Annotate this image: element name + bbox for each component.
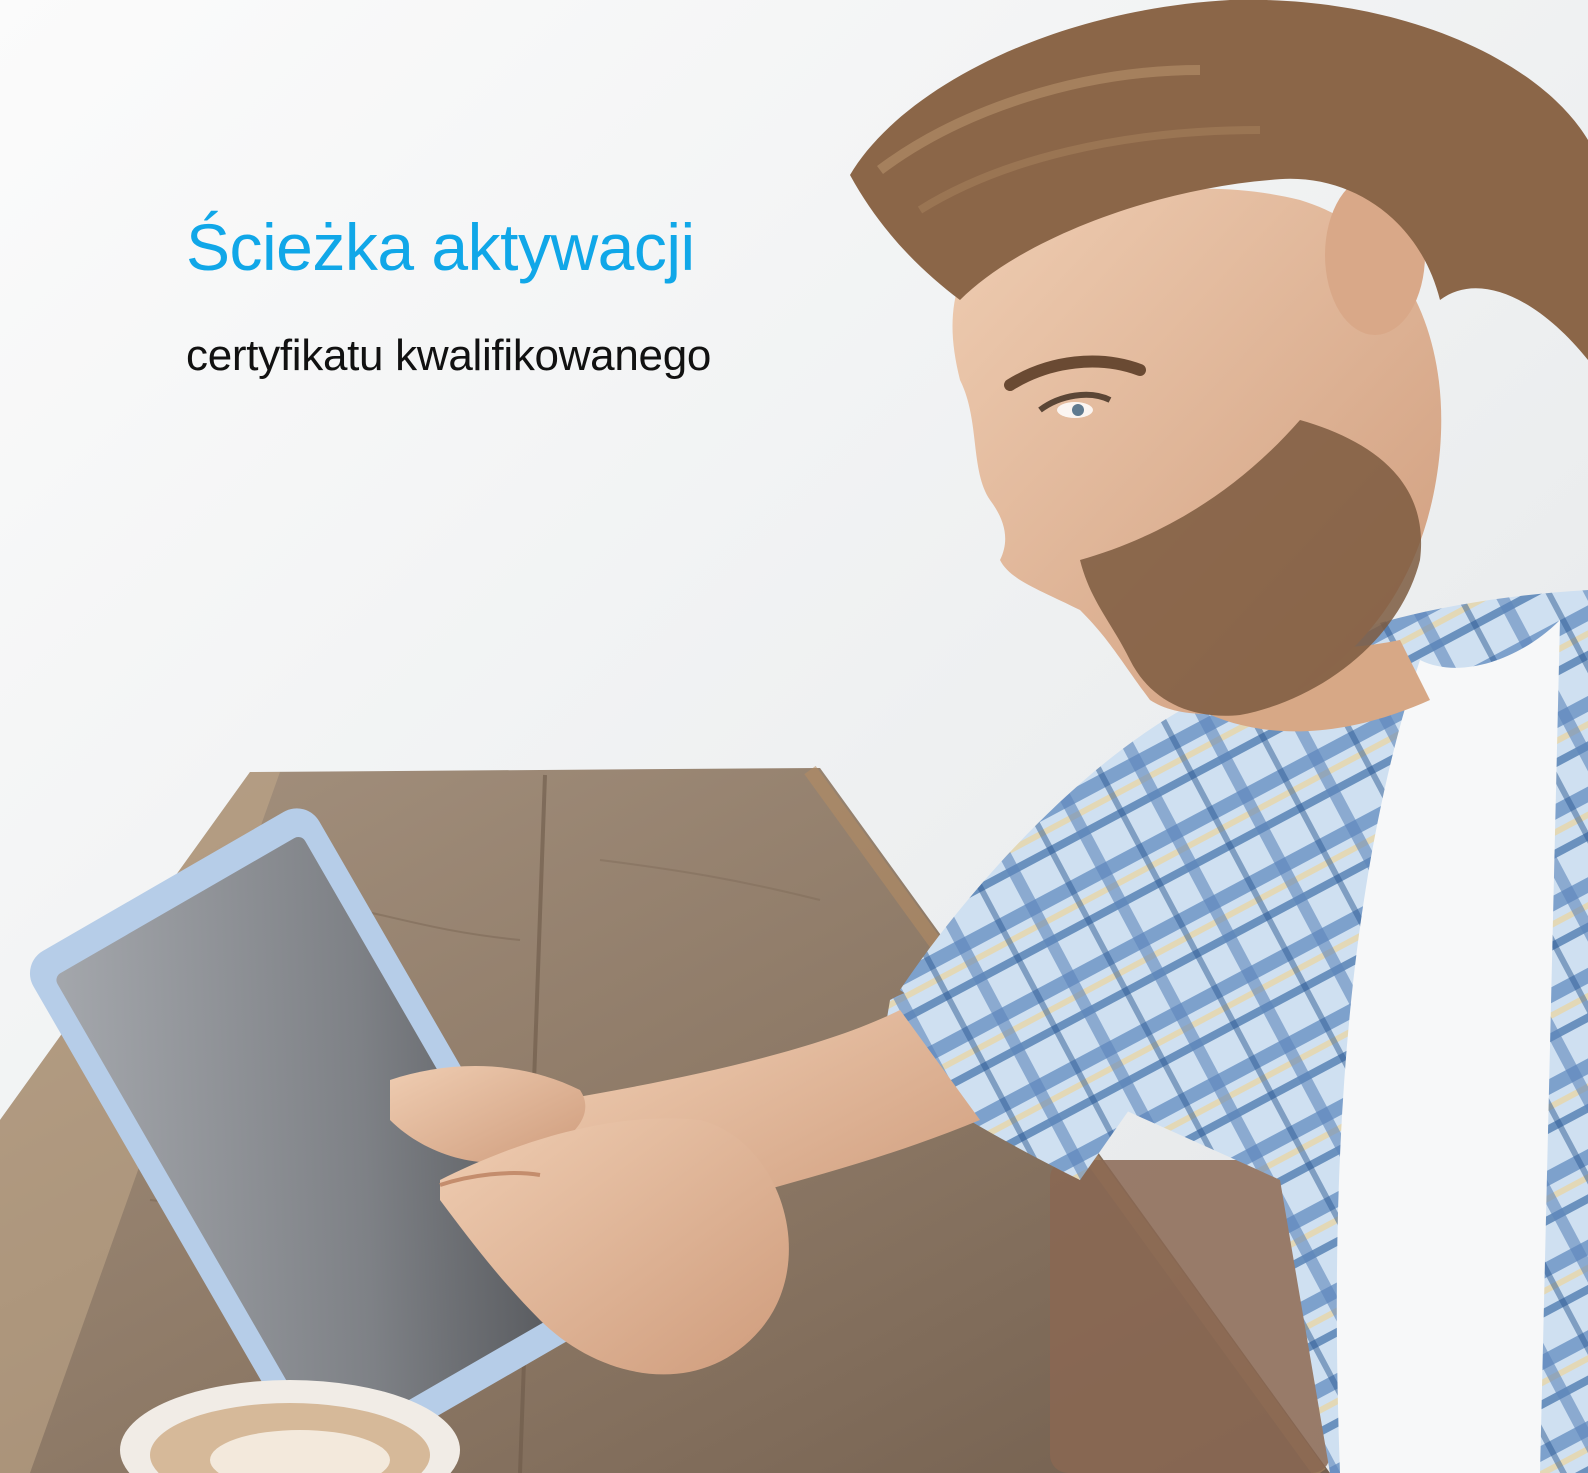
- cover-page: Ścieżka aktywacji certyfikatu kwalifikow…: [0, 0, 1588, 1473]
- page-subtitle: certyfikatu kwalifikowanego: [186, 331, 712, 380]
- page-title: Ścieżka aktywacji: [186, 210, 695, 284]
